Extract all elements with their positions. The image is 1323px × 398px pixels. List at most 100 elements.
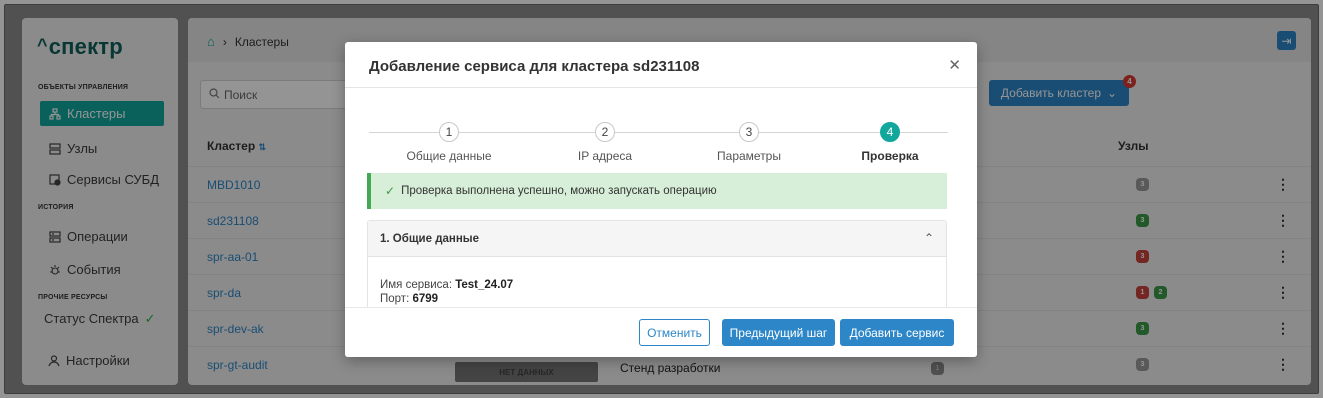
accordion-header[interactable]: 1. Общие данные ⌃ bbox=[368, 221, 946, 257]
node-count-badges: 3 bbox=[1136, 358, 1149, 371]
db-services-icon bbox=[49, 173, 61, 186]
alert-text: Проверка выполнена успешно, можно запуск… bbox=[401, 185, 717, 197]
stepper: 1 2 3 4 Общие данные IP адреса Параметры… bbox=[369, 122, 948, 163]
status-badge: НЕТ ДАННЫХ bbox=[455, 362, 598, 382]
section-title-other: ПРОЧИЕ РЕСУРСЫ bbox=[38, 294, 108, 301]
node-count-badge: 3 bbox=[1136, 214, 1149, 227]
close-icon[interactable]: ✕ bbox=[948, 56, 961, 74]
app-logo[interactable]: ^спектр bbox=[37, 34, 123, 60]
node-count-badge: 2 bbox=[1154, 286, 1167, 299]
sidebar-item-label: Настройки bbox=[66, 353, 130, 368]
breadcrumb: ⌂ › Кластеры bbox=[207, 34, 289, 49]
environment-count: 1 bbox=[931, 362, 944, 375]
cluster-name-link[interactable]: spr-aa-01 bbox=[207, 250, 258, 264]
step-3-circle[interactable]: 3 bbox=[739, 122, 759, 142]
port-row: Порт: 6799 bbox=[380, 293, 438, 305]
accordion-title: 1. Общие данные bbox=[380, 233, 480, 245]
cluster-name-link[interactable]: spr-dev-ak bbox=[207, 322, 264, 336]
sidebar-item-label: Операции bbox=[67, 229, 128, 244]
add-cluster-label: Добавить кластер bbox=[1000, 86, 1102, 100]
sidebar: ^спектр ОБЪЕКТЫ УПРАВЛЕНИЯ Кластеры Узлы… bbox=[22, 18, 178, 385]
modal-footer: Отменить Предыдущий шаг Добавить сервис bbox=[345, 307, 977, 357]
more-actions-icon[interactable]: ⋮ bbox=[1276, 284, 1290, 301]
search-placeholder: Поиск bbox=[224, 87, 258, 102]
check-icon: ✓ bbox=[144, 310, 156, 326]
node-count-badge: 3 bbox=[1136, 178, 1149, 191]
sidebar-item-nodes[interactable]: Узлы bbox=[40, 136, 164, 161]
cluster-name-link[interactable]: spr-da bbox=[207, 286, 241, 300]
breadcrumb-current[interactable]: Кластеры bbox=[235, 35, 289, 49]
sidebar-item-label: Сервисы СУБД bbox=[67, 172, 160, 187]
sidebar-item-clusters[interactable]: Кластеры bbox=[40, 101, 164, 126]
port-value: 6799 bbox=[412, 293, 439, 305]
node-count-badge: 1 bbox=[1136, 286, 1149, 299]
sidebar-item-events[interactable]: События bbox=[40, 257, 164, 282]
column-header-label: Кластер bbox=[207, 139, 256, 153]
step-connector bbox=[615, 132, 739, 133]
search-icon bbox=[209, 87, 220, 102]
user-icon bbox=[48, 354, 60, 367]
section-title-objects: ОБЪЕКТЫ УПРАВЛЕНИЯ bbox=[38, 84, 129, 91]
step-2-label: IP адреса bbox=[577, 149, 633, 163]
step-4-circle[interactable]: 4 bbox=[880, 122, 900, 142]
logo-caret-icon: ^ bbox=[37, 35, 48, 55]
service-name-row: Имя сервиса: Test_24.07 bbox=[380, 279, 513, 291]
step-3-label: Параметры bbox=[717, 149, 781, 163]
sidebar-item-db-services[interactable]: Сервисы СУБД bbox=[40, 167, 164, 192]
section-title-history: ИСТОРИЯ bbox=[38, 204, 74, 211]
more-actions-icon[interactable]: ⋮ bbox=[1276, 356, 1290, 373]
sidebar-item-spectr-status[interactable]: Статус Спектра ✓ bbox=[40, 306, 164, 331]
clusters-icon bbox=[49, 107, 61, 120]
breadcrumb-separator-icon: › bbox=[222, 34, 227, 49]
sidebar-item-settings[interactable]: Настройки bbox=[40, 348, 164, 373]
step-1-label: Общие данные bbox=[406, 149, 492, 163]
sidebar-item-label: Кластеры bbox=[67, 106, 126, 121]
operations-icon bbox=[49, 230, 61, 243]
events-icon bbox=[49, 264, 61, 276]
node-count-badge: 3 bbox=[1136, 322, 1149, 335]
node-count-badge: 3 bbox=[1136, 250, 1149, 263]
sidebar-item-label: Узлы bbox=[67, 141, 98, 156]
cluster-name-link[interactable]: sd231108 bbox=[207, 214, 259, 228]
column-header-cluster[interactable]: Кластер ⇅ bbox=[207, 139, 266, 153]
add-service-modal: Добавление сервиса для кластера sd231108… bbox=[345, 42, 977, 357]
step-connector bbox=[459, 132, 595, 133]
logo-text: спектр bbox=[48, 34, 123, 59]
environment-label: Стенд разработки bbox=[620, 361, 721, 375]
step-connector bbox=[759, 132, 880, 133]
add-cluster-button[interactable]: Добавить кластер ⌄ bbox=[989, 80, 1129, 106]
more-actions-icon[interactable]: ⋮ bbox=[1276, 248, 1290, 265]
cluster-name-link[interactable]: MBD1010 bbox=[207, 178, 260, 192]
column-header-nodes: Узлы bbox=[1118, 139, 1149, 153]
more-actions-icon[interactable]: ⋮ bbox=[1276, 176, 1290, 193]
sidebar-item-operations[interactable]: Операции bbox=[40, 224, 164, 249]
more-actions-icon[interactable]: ⋮ bbox=[1276, 212, 1290, 229]
step-2-circle[interactable]: 2 bbox=[595, 122, 615, 142]
logout-icon[interactable]: ⇥ bbox=[1277, 31, 1296, 50]
notification-badge: 4 bbox=[1123, 75, 1136, 88]
port-label: Порт: bbox=[380, 293, 410, 305]
node-count-badges: 3 bbox=[1136, 322, 1149, 335]
node-count-badges: 3 bbox=[1136, 178, 1149, 191]
step-connector bbox=[900, 132, 948, 133]
home-icon[interactable]: ⌂ bbox=[207, 34, 215, 49]
step-4-label: Проверка bbox=[861, 149, 919, 163]
node-count-badges: 12 bbox=[1136, 286, 1167, 299]
sort-icon[interactable]: ⇅ bbox=[259, 142, 267, 152]
cluster-name-link[interactable]: spr-gt-audit bbox=[207, 358, 268, 372]
success-alert: ✓ Проверка выполнена успешно, можно запу… bbox=[367, 173, 947, 209]
node-count-badges: 3 bbox=[1136, 250, 1149, 263]
chevron-down-icon: ⌄ bbox=[1107, 86, 1118, 100]
service-name-value: Test_24.07 bbox=[455, 279, 514, 291]
modal-title: Добавление сервиса для кластера sd231108 bbox=[369, 58, 700, 75]
modal-header: Добавление сервиса для кластера sd231108… bbox=[345, 42, 977, 88]
node-count-badges: 3 bbox=[1136, 214, 1149, 227]
add-service-button[interactable]: Добавить сервис bbox=[840, 319, 954, 346]
sidebar-item-label: События bbox=[67, 262, 121, 277]
cancel-button[interactable]: Отменить bbox=[639, 319, 710, 346]
previous-step-button[interactable]: Предыдущий шаг bbox=[722, 319, 835, 346]
chevron-up-icon[interactable]: ⌃ bbox=[924, 231, 934, 245]
step-1-circle[interactable]: 1 bbox=[439, 122, 459, 142]
sidebar-item-label: Статус Спектра bbox=[44, 311, 139, 326]
more-actions-icon[interactable]: ⋮ bbox=[1276, 320, 1290, 337]
